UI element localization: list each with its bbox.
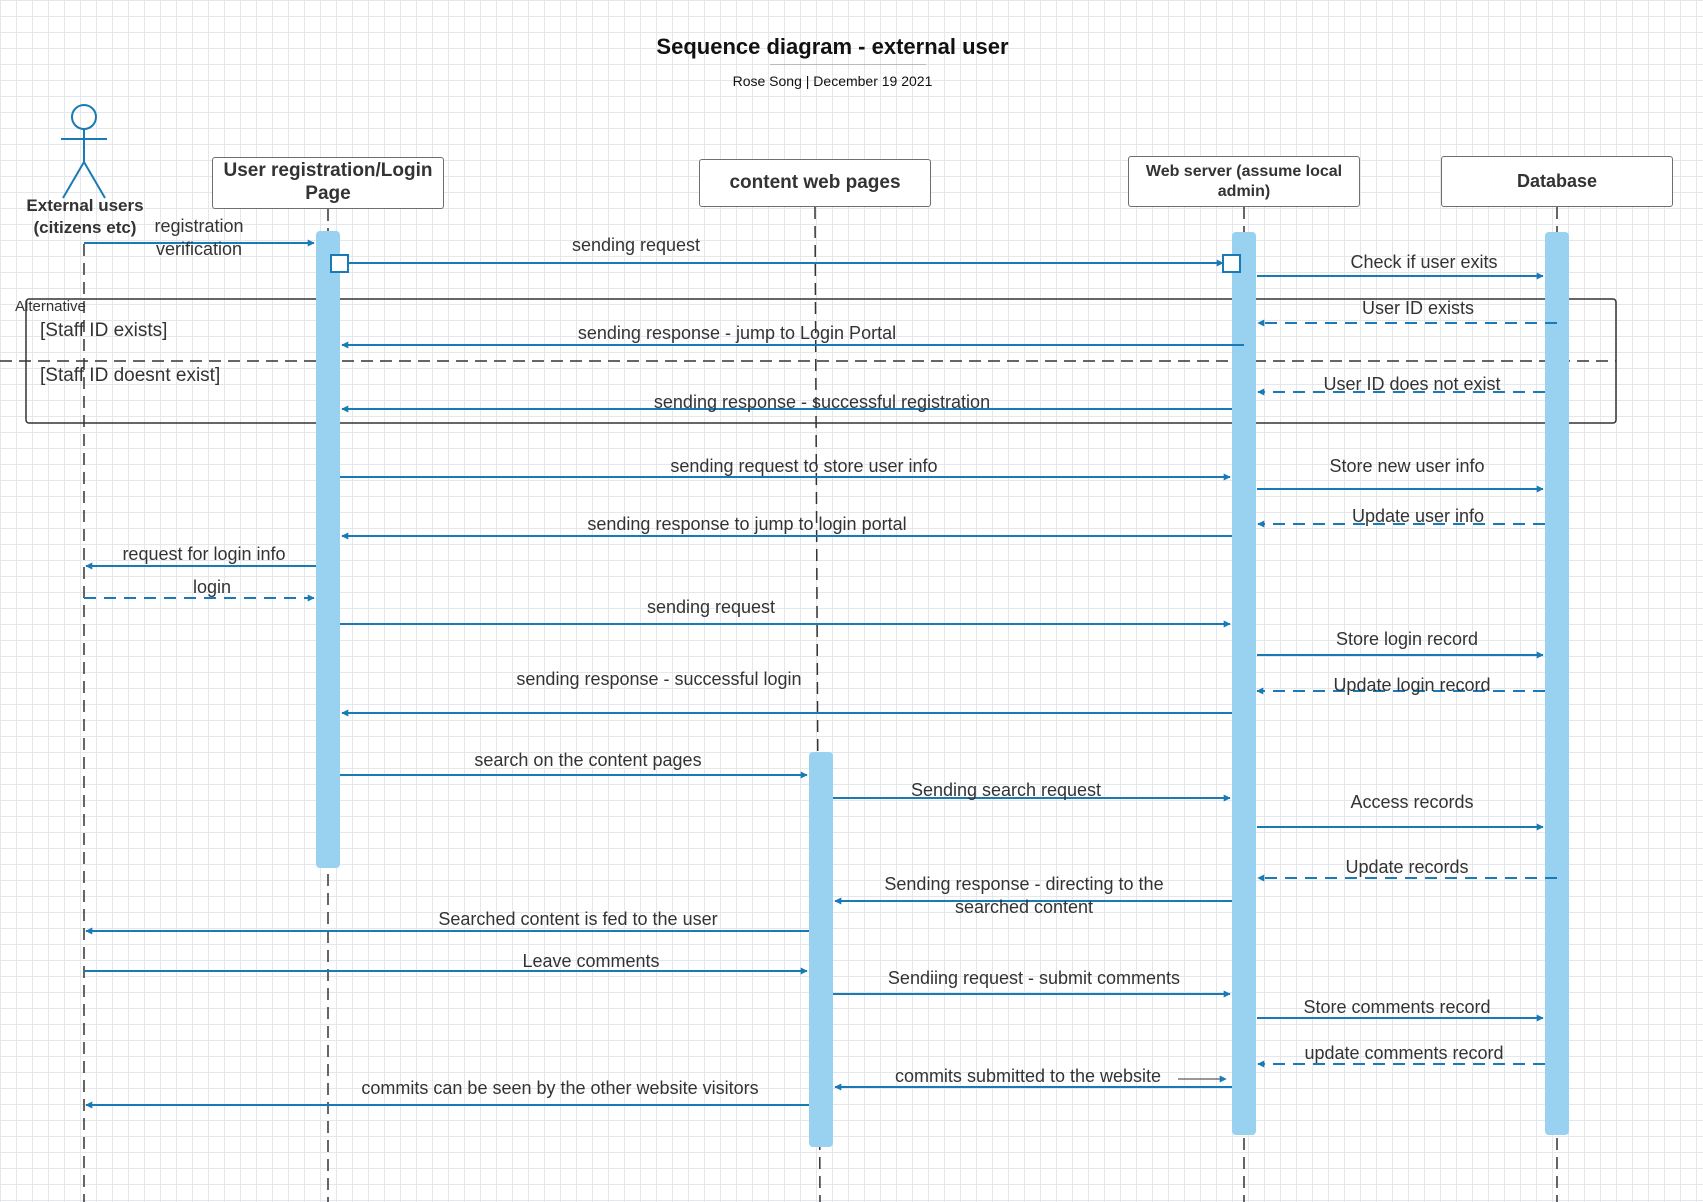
lifeline-box-database: Database xyxy=(1441,156,1673,207)
message-label: sending response to jump to login portal xyxy=(587,514,907,534)
message-label: Update user info xyxy=(1351,506,1485,526)
message-label: sending request xyxy=(571,235,701,255)
message-label: Leave comments xyxy=(522,951,660,971)
message-label: Update login record xyxy=(1333,675,1491,695)
message-label: sending response - successful login xyxy=(516,669,802,689)
message-label: commits submitted to the website xyxy=(894,1066,1162,1086)
message-label: sending response - successful registrati… xyxy=(653,392,991,412)
message-label: login xyxy=(192,577,232,597)
page-subtitle: Rose Song | December 19 2021 xyxy=(732,73,933,89)
message-label: commits can be seen by the other website… xyxy=(361,1078,759,1098)
message-label: Store login record xyxy=(1335,629,1479,649)
message-label: Access records xyxy=(1350,792,1474,812)
message-label: Check if user exits xyxy=(1350,252,1498,272)
message-label: Searched content is fed to the user xyxy=(438,909,718,929)
activation-registration xyxy=(316,231,340,868)
message-label: registration verification xyxy=(154,216,244,259)
connector-square-right xyxy=(1222,254,1241,273)
lifeline-label-content: content web pages xyxy=(729,171,901,193)
guard-staff-id-doesnt-exist: [Staff ID doesnt exist] xyxy=(40,365,221,386)
message-label: Sending response - directing to the sear… xyxy=(884,874,1164,917)
actor-stick-figure-icon xyxy=(61,104,107,199)
message-label: sending request xyxy=(646,597,776,617)
message-label: search on the content pages xyxy=(474,750,702,770)
message-label: Store new user info xyxy=(1329,456,1485,476)
lifeline-label-database: Database xyxy=(1516,170,1598,191)
lifeline-label-registration: User registration/Login Page xyxy=(223,160,433,204)
activation-content xyxy=(809,752,833,1147)
message-label: request for login info xyxy=(122,544,286,564)
message-label: User ID does not exist xyxy=(1323,374,1501,394)
lifeline-box-registration: User registration/Login Page xyxy=(212,157,444,209)
page-title: Sequence diagram - external user xyxy=(656,34,1009,59)
alt-fragment-label: Alternative xyxy=(15,298,86,315)
message-label: Sendiing request - submit comments xyxy=(887,968,1181,988)
lifeline-box-webserver: Web server (assume local admin) xyxy=(1128,156,1360,207)
title-rule xyxy=(770,64,926,65)
message-label: Store comments record xyxy=(1303,997,1491,1017)
lifeline-label-webserver: Web server (assume local admin) xyxy=(1145,163,1343,200)
message-label: sending request to store user info xyxy=(670,456,938,476)
guard-staff-id-exists: [Staff ID exists] xyxy=(40,320,168,341)
message-label: Update records xyxy=(1345,857,1469,877)
connector-square-left xyxy=(330,254,349,273)
message-label: User ID exists xyxy=(1361,298,1475,318)
message-label: Sending search request xyxy=(910,780,1102,800)
message-label: sending response - jump to Login Portal xyxy=(577,323,897,343)
lifeline-box-content: content web pages xyxy=(699,159,931,207)
actor-label: External users (citizens etc) xyxy=(26,196,144,238)
message-label: update comments record xyxy=(1304,1043,1504,1063)
